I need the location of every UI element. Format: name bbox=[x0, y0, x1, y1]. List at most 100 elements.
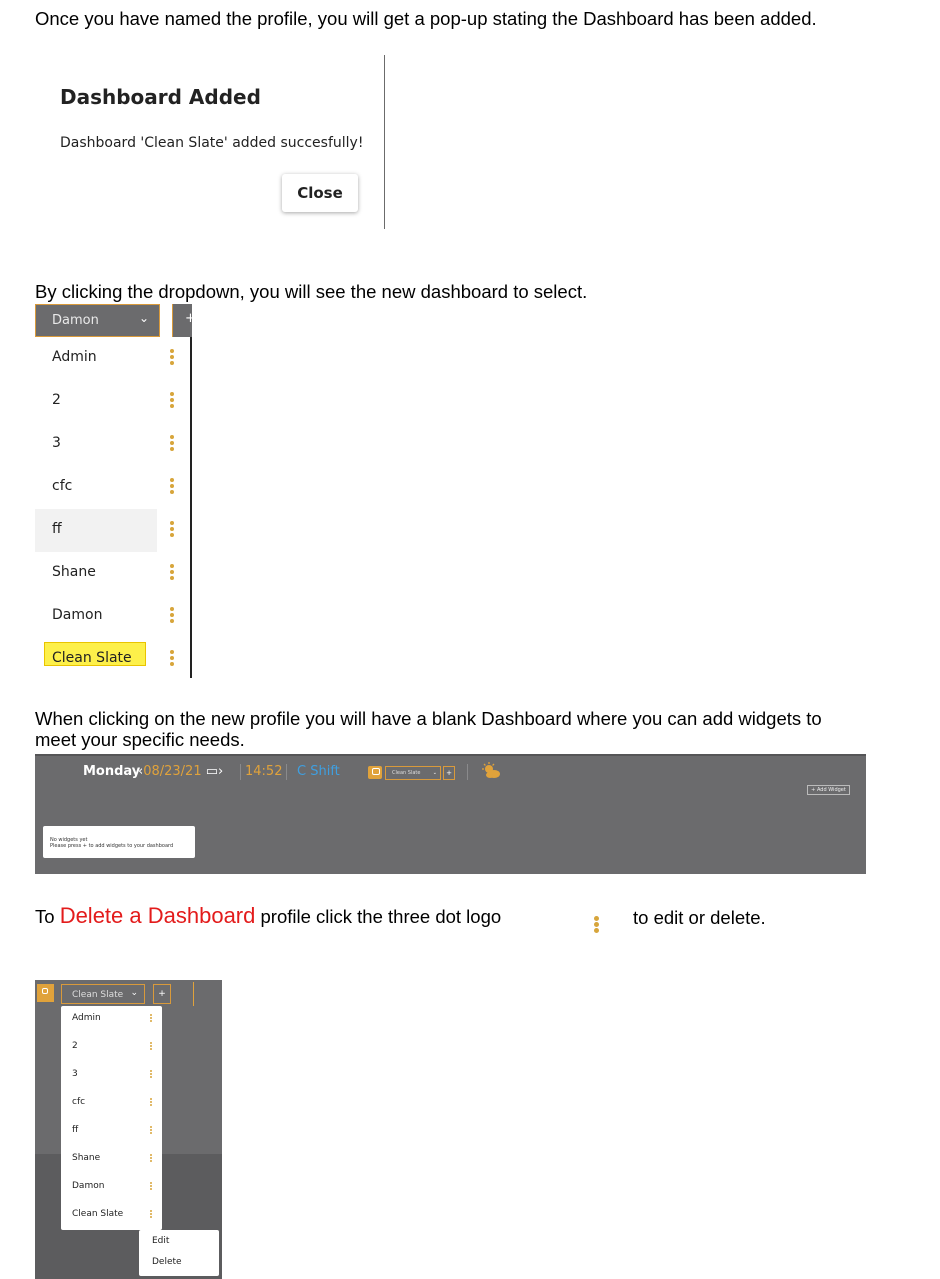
three-dot-icon bbox=[594, 916, 600, 934]
three-dot-icon[interactable] bbox=[170, 349, 176, 367]
list-item-damon[interactable]: Damon bbox=[35, 595, 189, 638]
three-dot-icon[interactable] bbox=[150, 1182, 154, 1191]
calendar-icon[interactable]: ▭ bbox=[206, 764, 218, 779]
list-item-clean-slate[interactable]: Clean Slate bbox=[35, 638, 189, 681]
paragraph-popup: Once you have named the profile, you wil… bbox=[35, 8, 817, 29]
list-item-2[interactable]: 2 bbox=[61, 1034, 162, 1062]
dashboard-select-label: Clean Slate bbox=[392, 770, 421, 776]
three-dot-icon[interactable] bbox=[170, 392, 176, 410]
divider bbox=[193, 982, 194, 1006]
list-item-shane[interactable]: Shane bbox=[61, 1146, 162, 1174]
list-item-cfc[interactable]: cfc bbox=[61, 1090, 162, 1118]
paragraph-delete: To Delete a Dashboard profile click the … bbox=[35, 903, 502, 928]
dashboard-select-label: Clean Slate bbox=[72, 990, 124, 1000]
three-dot-icon[interactable] bbox=[150, 1070, 154, 1079]
list-item-damon[interactable]: Damon bbox=[61, 1174, 162, 1202]
date-value: 08/23/21 bbox=[143, 764, 202, 779]
divider bbox=[384, 55, 385, 229]
three-dot-icon[interactable] bbox=[170, 478, 176, 496]
dashboard-list: Admin 2 3 cfc ff Shane Damon Clean Slate bbox=[61, 1006, 162, 1230]
divider bbox=[240, 764, 241, 780]
list-item-label: Clean Slate bbox=[72, 1209, 124, 1219]
modal-message: Dashboard 'Clean Slate' added succesfull… bbox=[60, 135, 364, 151]
chevron-right-icon[interactable]: › bbox=[218, 764, 223, 779]
three-dot-icon[interactable] bbox=[170, 607, 176, 625]
divider bbox=[286, 764, 287, 780]
dashboard-list: Admin 2 3 cfc ff Shane Damon Clean Slate bbox=[35, 337, 192, 681]
delete-mid: profile click the three dot logo bbox=[255, 906, 502, 927]
list-item-2[interactable]: 2 bbox=[35, 380, 189, 423]
list-item-label: Shane bbox=[72, 1153, 101, 1163]
dashboard-select[interactable]: Damon ⌄ bbox=[35, 304, 160, 337]
date-navigator[interactable]: ‹08/23/21 ▭› bbox=[138, 764, 223, 779]
three-dot-icon[interactable] bbox=[170, 435, 176, 453]
edit-delete-menu: Edit Delete bbox=[139, 1230, 219, 1276]
shift-value: C Shift bbox=[297, 764, 340, 779]
dashboard-added-modal: Dashboard Added Dashboard 'Clean Slate' … bbox=[35, 55, 387, 229]
list-item-label: Damon bbox=[52, 607, 103, 623]
add-dashboard-button[interactable]: + bbox=[443, 766, 455, 780]
three-dot-icon[interactable] bbox=[150, 1126, 154, 1135]
chevron-down-icon: ⌄ bbox=[432, 770, 437, 776]
three-dot-icon[interactable] bbox=[150, 1154, 154, 1163]
paragraph-dropdown: By clicking the dropdown, you will see t… bbox=[35, 281, 588, 302]
list-item-ff[interactable]: ff bbox=[35, 509, 189, 552]
empty-widgets-card: No widgets yet Please press + to add wid… bbox=[43, 826, 195, 858]
three-dot-icon[interactable] bbox=[170, 650, 176, 668]
time-value: 14:52 bbox=[245, 764, 283, 779]
add-widget-button[interactable]: + Add Widget bbox=[807, 785, 850, 795]
list-item-admin[interactable]: Admin bbox=[35, 337, 189, 380]
dashboard-select-label: Damon bbox=[52, 313, 99, 328]
close-button[interactable]: Close bbox=[282, 174, 358, 212]
list-item-label: Shane bbox=[52, 564, 96, 580]
weather-icon bbox=[482, 762, 500, 778]
list-item-label: 2 bbox=[72, 1041, 78, 1051]
list-item-cfc[interactable]: cfc bbox=[35, 466, 189, 509]
divider bbox=[190, 337, 192, 678]
divider bbox=[35, 754, 866, 756]
list-item-ff[interactable]: ff bbox=[61, 1118, 162, 1146]
list-item-shane[interactable]: Shane bbox=[35, 552, 189, 595]
three-dot-icon[interactable] bbox=[170, 564, 176, 582]
empty-hint: Please press + to add widgets to your da… bbox=[50, 843, 174, 849]
dashboard-dropdown-shot: Damon ⌄ + Admin 2 3 cfc ff Shane Damon C… bbox=[35, 304, 196, 681]
list-item-label: cfc bbox=[72, 1097, 86, 1107]
dashboard-select[interactable]: Clean Slate ⌄ bbox=[61, 984, 145, 1004]
chevron-down-icon: ⌄ bbox=[130, 988, 138, 998]
three-dot-icon[interactable] bbox=[150, 1042, 154, 1051]
list-item-label: Clean Slate bbox=[52, 650, 132, 666]
list-item-clean-slate[interactable]: Clean Slate bbox=[61, 1202, 162, 1230]
delete-menu-item[interactable]: Delete bbox=[152, 1257, 182, 1267]
delete-prefix: To bbox=[35, 906, 60, 927]
three-dot-icon[interactable] bbox=[150, 1098, 154, 1107]
divider bbox=[467, 764, 468, 780]
dashboard-select[interactable]: Clean Slate ⌄ bbox=[385, 766, 441, 780]
add-dashboard-button[interactable]: + bbox=[172, 304, 196, 337]
delete-suffix: to edit or delete. bbox=[633, 907, 766, 928]
list-item-label: cfc bbox=[52, 478, 73, 494]
list-item-label: ff bbox=[52, 521, 62, 537]
three-dot-icon[interactable] bbox=[170, 521, 176, 539]
three-dot-icon[interactable] bbox=[150, 1210, 154, 1219]
list-item-3[interactable]: 3 bbox=[35, 423, 189, 466]
lock-icon[interactable] bbox=[368, 766, 382, 779]
delete-highlight: Delete a Dashboard bbox=[59, 903, 256, 928]
day-label: Monday bbox=[83, 764, 141, 779]
list-item-admin[interactable]: Admin bbox=[61, 1006, 162, 1034]
edit-menu-item[interactable]: Edit bbox=[152, 1236, 169, 1246]
add-dashboard-button[interactable]: + bbox=[153, 984, 171, 1004]
chevron-down-icon: ⌄ bbox=[138, 311, 149, 325]
three-dot-icon[interactable] bbox=[150, 1014, 154, 1023]
list-item-label: Admin bbox=[52, 349, 97, 365]
list-item-label: Admin bbox=[72, 1013, 101, 1023]
list-item-label: 3 bbox=[52, 435, 61, 451]
list-item-label: 3 bbox=[72, 1069, 78, 1079]
list-item-label: ff bbox=[72, 1125, 79, 1135]
paragraph-blank-dashboard: When clicking on the new profile you wil… bbox=[35, 708, 822, 750]
lock-icon[interactable] bbox=[37, 984, 54, 1002]
list-item-label: 2 bbox=[52, 392, 61, 408]
modal-title: Dashboard Added bbox=[60, 85, 261, 109]
list-item-3[interactable]: 3 bbox=[61, 1062, 162, 1090]
edit-delete-shot: Clean Slate ⌄ + Admin 2 3 cfc ff Shane D… bbox=[35, 980, 222, 1279]
list-item-label: Damon bbox=[72, 1181, 105, 1191]
